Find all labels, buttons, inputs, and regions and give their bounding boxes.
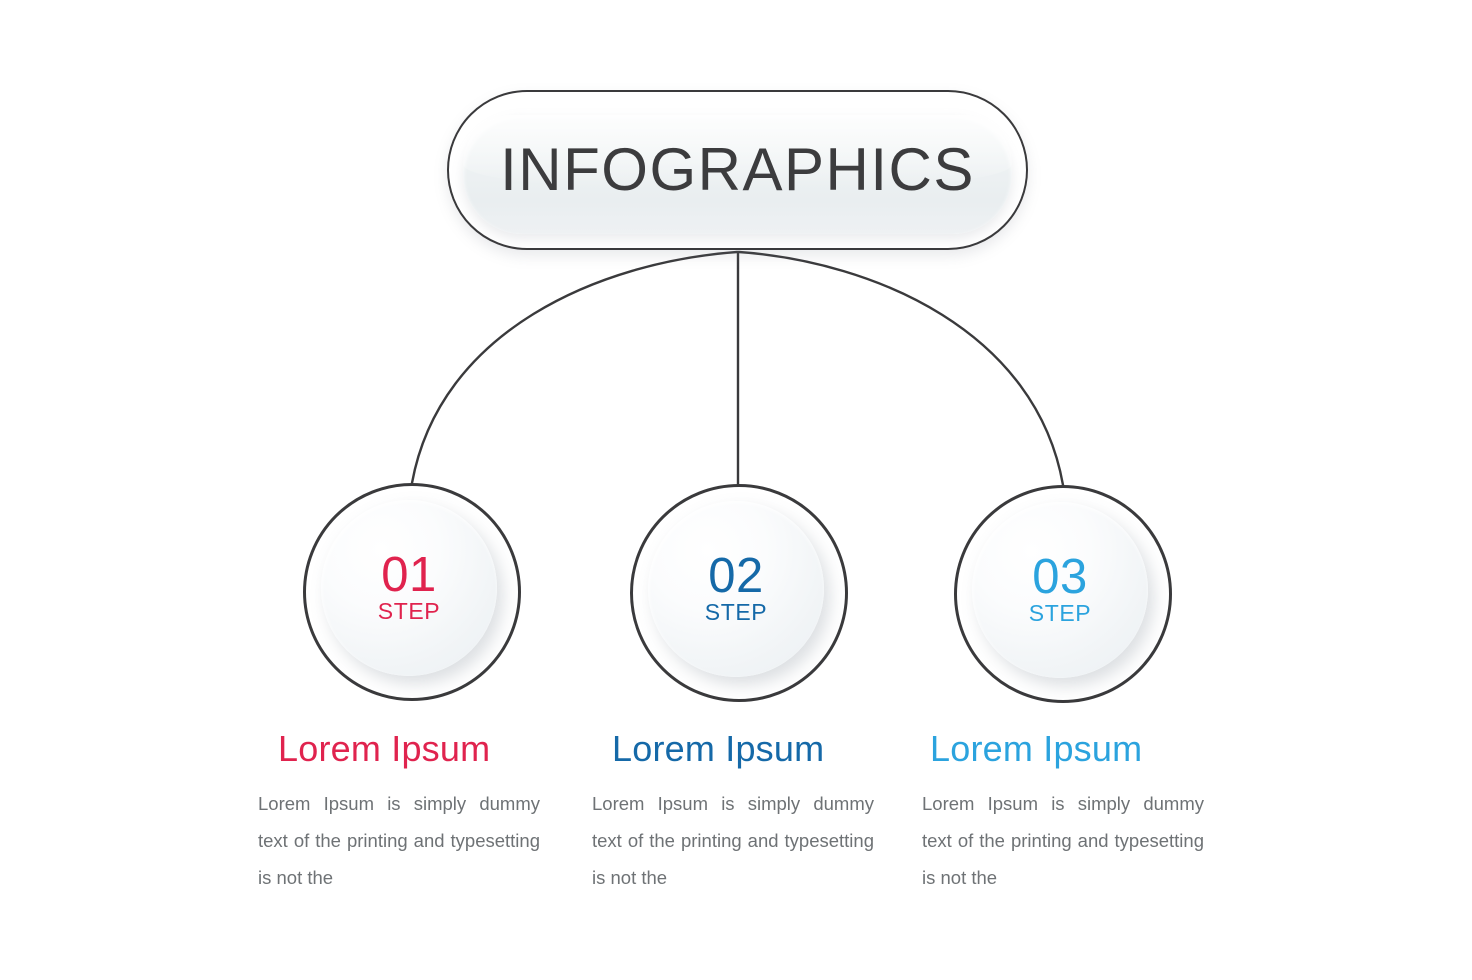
infographic-canvas: INFOGRAPHICS 01 STEP 02 STEP 03 STEP Lor… bbox=[0, 0, 1472, 980]
page-title: INFOGRAPHICS bbox=[500, 136, 975, 203]
step-label-03: STEP bbox=[1028, 600, 1092, 627]
step-number-03: 03 bbox=[1032, 549, 1088, 604]
step-body-01: Lorem Ipsum is simply dummy text of the … bbox=[258, 793, 540, 889]
step-body-03: Lorem Ipsum is simply dummy text of the … bbox=[922, 793, 1204, 889]
step-number-01: 01 bbox=[381, 547, 437, 602]
connector-arc-left bbox=[410, 250, 739, 485]
step-content-02: Lorem Ipsum Lorem Ipsum is simply dummy … bbox=[592, 728, 874, 896]
step-heading-03: Lorem Ipsum bbox=[930, 728, 1143, 769]
step-label-01: STEP bbox=[377, 598, 441, 625]
step-heading-02: Lorem Ipsum bbox=[612, 728, 825, 769]
title-badge: INFOGRAPHICS bbox=[447, 90, 1028, 250]
step-circle-inner-02: 02 STEP bbox=[648, 501, 824, 677]
step-number-02: 02 bbox=[708, 548, 764, 603]
step-circle-inner-01: 01 STEP bbox=[321, 500, 497, 676]
step-circle-inner-03: 03 STEP bbox=[972, 502, 1148, 678]
step-circle-02[interactable]: 02 STEP bbox=[630, 484, 848, 702]
step-content-01: Lorem Ipsum Lorem Ipsum is simply dummy … bbox=[258, 728, 540, 896]
connector-arc-right bbox=[737, 250, 1065, 487]
step-heading-01: Lorem Ipsum bbox=[278, 728, 491, 769]
step-circle-01[interactable]: 01 STEP bbox=[303, 483, 521, 701]
step-label-02: STEP bbox=[704, 599, 768, 626]
step-body-02: Lorem Ipsum is simply dummy text of the … bbox=[592, 793, 874, 889]
step-circle-03[interactable]: 03 STEP bbox=[954, 485, 1172, 703]
step-content-03: Lorem Ipsum Lorem Ipsum is simply dummy … bbox=[922, 728, 1204, 896]
